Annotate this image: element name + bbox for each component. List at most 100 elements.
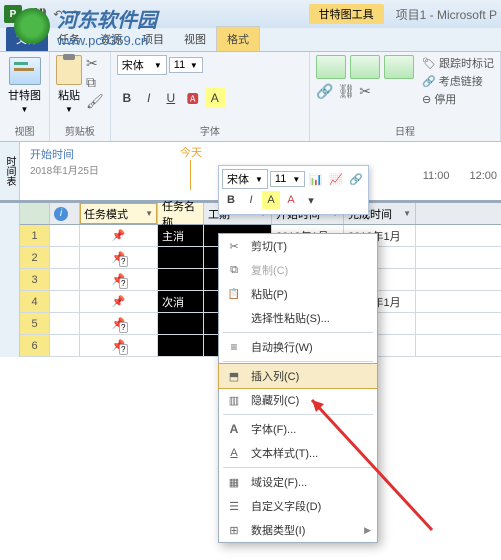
pin-icon: [112, 317, 126, 331]
row-mode[interactable]: [80, 335, 158, 356]
mini-link-button[interactable]: 🔗: [347, 170, 365, 188]
tab-task[interactable]: 任务: [48, 27, 90, 51]
row-mode[interactable]: [80, 291, 158, 312]
row-mode[interactable]: [80, 313, 158, 334]
menu-text-style[interactable]: 文本样式(T)...: [219, 441, 377, 465]
tab-project[interactable]: 项目: [132, 27, 174, 51]
save-icon[interactable]: 💾: [32, 6, 48, 22]
menu-data-type[interactable]: 数据类型(I)▶: [219, 518, 377, 542]
font-size-select[interactable]: 11▼: [169, 57, 203, 73]
mini-font-select[interactable]: 宋体▼: [222, 169, 268, 189]
group-label-view: 视图: [6, 123, 43, 138]
copy-icon[interactable]: ⧉: [86, 74, 104, 91]
row-number[interactable]: 1: [20, 225, 50, 246]
group-label-font: 字体: [117, 123, 303, 138]
header-task-name[interactable]: 任务名称: [158, 203, 204, 224]
row-name[interactable]: [158, 269, 204, 290]
row-number[interactable]: 2: [20, 247, 50, 268]
bold-button[interactable]: B: [117, 88, 137, 108]
dropdown-icon[interactable]: ▼: [145, 209, 153, 218]
row-mode[interactable]: [80, 269, 158, 290]
fill-color-button[interactable]: A: [205, 88, 225, 108]
row-number[interactable]: 6: [20, 335, 50, 356]
header-task-mode[interactable]: 任务模式▼: [80, 203, 158, 224]
schedule-icon-3[interactable]: [384, 55, 414, 79]
row-name[interactable]: [158, 247, 204, 268]
chevron-down-icon: ▼: [65, 105, 73, 114]
mini-fontcolor-button[interactable]: A: [282, 191, 300, 209]
textstyle-icon: [225, 445, 243, 461]
italic-button[interactable]: I: [139, 88, 159, 108]
redo-icon[interactable]: ↷: [68, 6, 84, 22]
link-icon[interactable]: 🔗: [316, 83, 333, 100]
row-info[interactable]: [50, 335, 80, 356]
tab-view[interactable]: 视图: [174, 27, 216, 51]
mini-bold-button[interactable]: B: [222, 191, 240, 209]
schedule-icon-2[interactable]: [350, 55, 380, 79]
mini-more-button[interactable]: ▾: [302, 191, 320, 209]
menu-paste[interactable]: 粘贴(P): [219, 282, 377, 306]
tick-2: 12:00: [469, 170, 497, 182]
respect-links-button[interactable]: 🔗考虑链接: [422, 73, 494, 89]
mini-task-button[interactable]: 📊: [307, 170, 325, 188]
row-number[interactable]: 3: [20, 269, 50, 290]
scissors-icon: [225, 238, 243, 254]
menu-hide-column[interactable]: 隐藏列(C): [219, 388, 377, 412]
paste-button[interactable]: 粘贴 ▼: [56, 55, 82, 114]
menu-font[interactable]: 字体(F)...: [219, 417, 377, 441]
row-info[interactable]: [50, 225, 80, 246]
mini-size-select[interactable]: 11▼: [270, 171, 305, 187]
tab-file[interactable]: 文件: [6, 27, 48, 51]
format-painter-icon[interactable]: 🖌: [86, 93, 104, 110]
grid-side: [0, 203, 20, 357]
undo-icon[interactable]: ↶: [50, 6, 66, 22]
gantt-label: 甘特图: [8, 87, 41, 103]
mini-italic-button[interactable]: I: [242, 191, 260, 209]
schedule-icon-1[interactable]: [316, 55, 346, 79]
row-number[interactable]: 4: [20, 291, 50, 312]
menu-custom-field[interactable]: 自定义字段(D): [219, 494, 377, 518]
menu-field-setting[interactable]: 域设定(F)...: [219, 470, 377, 494]
separator: [223, 361, 373, 362]
cut-icon[interactable]: ✂: [86, 55, 104, 72]
menu-wrap[interactable]: 自动换行(W): [219, 335, 377, 359]
row-number[interactable]: 5: [20, 313, 50, 334]
header-rownum[interactable]: [20, 203, 50, 224]
row-name[interactable]: 次消: [158, 291, 204, 312]
row-mode[interactable]: [80, 247, 158, 268]
menu-paste-special[interactable]: 选择性粘贴(S)...: [219, 306, 377, 330]
menu-copy[interactable]: 复制(C): [219, 258, 377, 282]
pin-icon: [112, 339, 126, 353]
menu-insert-column[interactable]: 插入列(C): [219, 364, 377, 388]
font-color-button[interactable]: 🅰: [183, 88, 203, 108]
split-icon[interactable]: ✂: [359, 83, 371, 100]
paste-icon: [56, 55, 82, 85]
disable-button[interactable]: ⊖停用: [422, 91, 494, 107]
font-name-select[interactable]: 宋体▼: [117, 55, 167, 75]
row-info[interactable]: [50, 269, 80, 290]
group-font: 宋体▼ 11▼ B I U 🅰 A 字体: [111, 52, 310, 141]
menu-cut[interactable]: 剪切(T): [219, 234, 377, 258]
tab-resource[interactable]: 资源: [90, 27, 132, 51]
row-info[interactable]: [50, 247, 80, 268]
unlink-icon[interactable]: ⛓: [337, 83, 355, 100]
row-name[interactable]: 主消: [158, 225, 204, 246]
gantt-button[interactable]: 甘特图 ▼: [6, 55, 43, 116]
tab-format[interactable]: 格式: [216, 26, 260, 51]
row-mode[interactable]: [80, 225, 158, 246]
today-label: 今天: [180, 144, 202, 160]
underline-button[interactable]: U: [161, 88, 181, 108]
mini-task2-button[interactable]: 📈: [327, 170, 345, 188]
header-info[interactable]: i: [50, 203, 80, 224]
disable-icon: ⊖: [422, 93, 431, 106]
mini-toolbar: 宋体▼ 11▼ 📊 📈 🔗 B I A A ▾: [218, 165, 369, 215]
mini-fill-button[interactable]: A: [262, 191, 280, 209]
row-info[interactable]: [50, 291, 80, 312]
group-view: 甘特图 ▼ 视图: [0, 52, 50, 141]
row-name[interactable]: [158, 313, 204, 334]
paste-label: 粘贴: [58, 87, 80, 103]
row-info[interactable]: [50, 313, 80, 334]
track-marker-button[interactable]: 🏷跟踪时标记: [422, 55, 494, 71]
row-name[interactable]: [158, 335, 204, 356]
dropdown-icon[interactable]: ▼: [403, 209, 411, 218]
